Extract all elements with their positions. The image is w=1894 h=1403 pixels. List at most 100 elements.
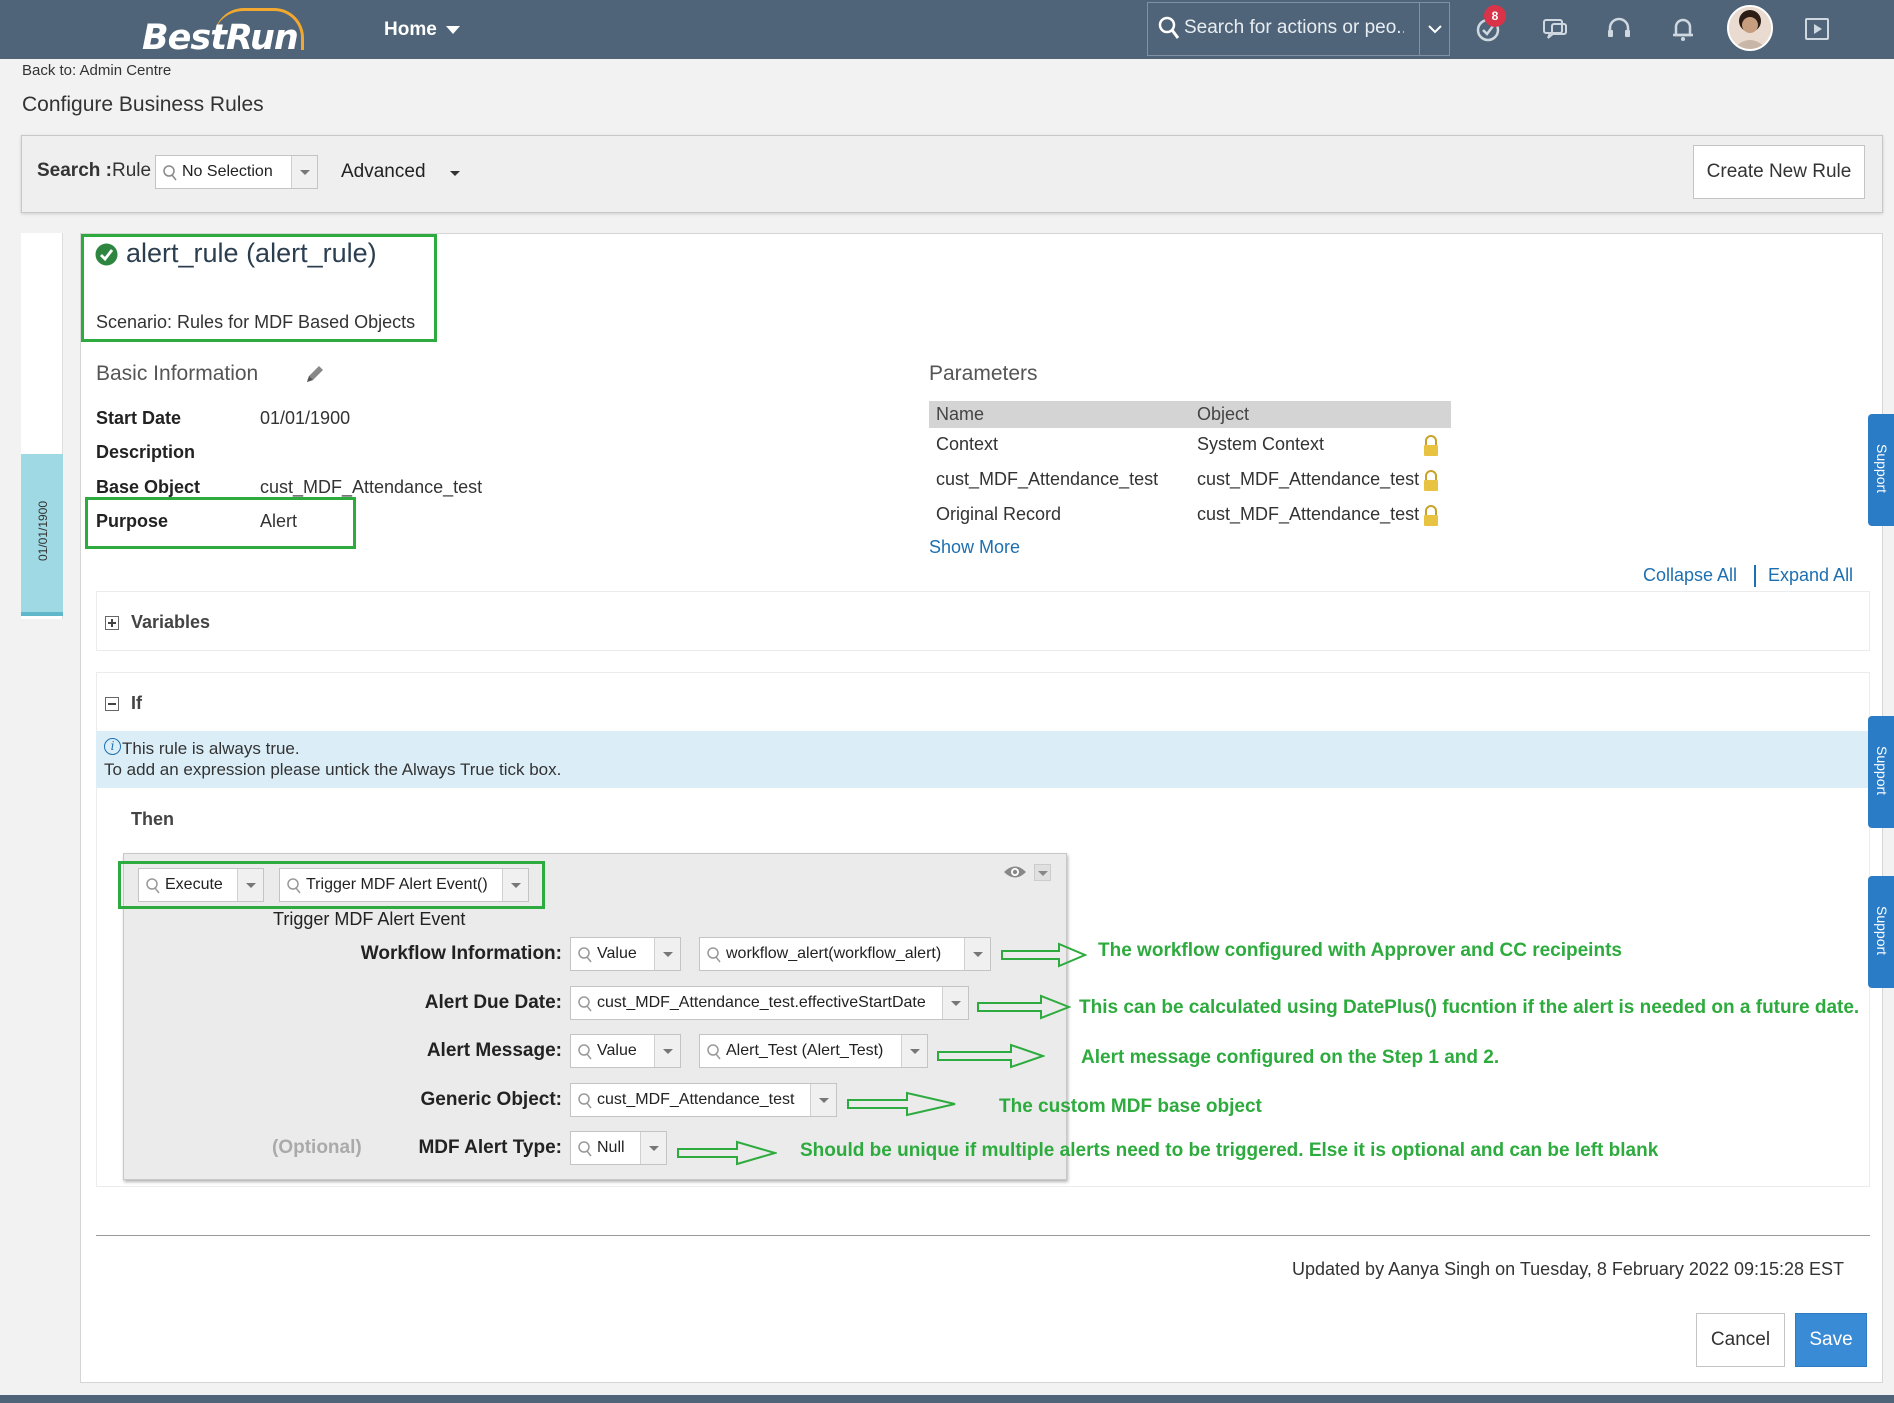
generic-object-label: Generic Object: xyxy=(420,1089,563,1110)
workflow-value-select[interactable]: workflow_alert(workflow_alert) xyxy=(699,937,991,971)
collapse-all-link[interactable]: Collapse All xyxy=(1643,565,1737,586)
param-object: cust_MDF_Attendance_test xyxy=(1197,504,1420,524)
search-input[interactable] xyxy=(1184,13,1404,43)
chat-icon[interactable] xyxy=(1540,14,1570,44)
eye-icon[interactable] xyxy=(1003,863,1027,881)
search-icon xyxy=(287,878,301,894)
annotation-arrow-icon xyxy=(977,994,1071,1020)
annotation-alert-type: Should be unique if multiple alerts need… xyxy=(800,1140,1659,1161)
bestrun-logo[interactable]: BestRun xyxy=(138,6,308,58)
workflow-type-select[interactable]: Value xyxy=(570,937,681,971)
rule-select[interactable]: No Selection xyxy=(155,155,318,189)
caret-down-icon[interactable] xyxy=(450,171,460,176)
edit-pencil-icon[interactable] xyxy=(303,362,327,386)
back-link[interactable]: Back to: Admin Centre xyxy=(22,62,171,79)
generic-object-select[interactable]: cust_MDF_Attendance_test xyxy=(570,1083,837,1117)
timeline-segment[interactable]: 01/01/1900 xyxy=(21,454,63,616)
dropdown-arrow-icon[interactable] xyxy=(654,1035,680,1067)
base-object-value: cust_MDF_Attendance_test xyxy=(260,477,483,497)
bottom-scroll-strip xyxy=(0,1395,1894,1403)
notification-count-badge: 8 xyxy=(1484,5,1506,27)
annotation-due-date: This can be calculated using DatePlus() … xyxy=(1079,997,1860,1018)
caret-down-icon xyxy=(1038,871,1048,876)
message-type-value: Value xyxy=(597,1042,637,1059)
dropdown-arrow-icon[interactable] xyxy=(291,156,317,188)
support-tab[interactable]: Support xyxy=(1868,716,1894,828)
param-object: cust_MDF_Attendance_test xyxy=(1197,469,1420,489)
param-name: Context xyxy=(936,434,999,454)
save-button[interactable]: Save xyxy=(1795,1313,1867,1367)
home-menu[interactable]: Home xyxy=(384,19,437,41)
cancel-button[interactable]: Cancel xyxy=(1696,1313,1785,1367)
start-date-label: Start Date xyxy=(96,408,182,428)
annotation-generic: The custom MDF base object xyxy=(999,1096,1262,1117)
page-title: Configure Business Rules xyxy=(22,93,264,116)
action-type-select[interactable]: Execute xyxy=(138,868,264,902)
action-title: Trigger MDF Alert Event xyxy=(273,909,466,929)
workflow-type-value: Value xyxy=(597,945,637,962)
mdf-alert-type-value: Null xyxy=(597,1139,625,1156)
timeline-date: 01/01/1900 xyxy=(36,500,50,562)
generic-object-value: cust_MDF_Attendance_test xyxy=(597,1091,795,1108)
expand-plus-icon[interactable] xyxy=(105,616,119,630)
alert-due-date-select[interactable]: cust_MDF_Attendance_test.effectiveStartD… xyxy=(570,986,969,1020)
param-object: System Context xyxy=(1197,434,1325,454)
create-new-rule-button[interactable]: Create New Rule xyxy=(1693,145,1865,199)
column-header-name: Name xyxy=(936,404,985,424)
annotation-arrow-icon xyxy=(847,1091,956,1117)
chevron-down-icon[interactable] xyxy=(446,26,460,34)
headset-icon[interactable] xyxy=(1604,14,1634,44)
dropdown-arrow-icon[interactable] xyxy=(901,1035,927,1067)
show-more-link[interactable]: Show More xyxy=(929,537,1020,558)
play-icon[interactable] xyxy=(1802,14,1832,44)
dropdown-arrow-icon[interactable] xyxy=(654,938,680,970)
action-function-select[interactable]: Trigger MDF Alert Event() xyxy=(279,868,529,902)
rule-select-value: No Selection xyxy=(182,163,273,180)
mdf-alert-type-select[interactable]: Null xyxy=(570,1131,667,1165)
bell-icon[interactable] xyxy=(1668,14,1698,44)
search-scope-dropdown[interactable] xyxy=(1419,2,1450,56)
info-icon: i xyxy=(104,738,121,755)
support-tab[interactable]: Support xyxy=(1868,414,1894,526)
expand-all-link[interactable]: Expand All xyxy=(1768,565,1853,586)
action-function-value: Trigger MDF Alert Event() xyxy=(306,876,488,893)
global-search[interactable] xyxy=(1147,2,1450,56)
alert-message-select[interactable]: Alert_Test (Alert_Test) xyxy=(699,1034,928,1068)
message-type-select[interactable]: Value xyxy=(570,1034,681,1068)
collapse-minus-icon[interactable] xyxy=(105,697,119,711)
annotation-arrow-icon xyxy=(937,1043,1045,1069)
support-tab-label: Support xyxy=(1874,746,1890,796)
support-tab[interactable]: Support xyxy=(1868,876,1894,988)
variables-section xyxy=(96,591,1870,651)
search-label: Search :Rule xyxy=(37,160,151,182)
footer-divider xyxy=(96,1235,1870,1236)
annotation-workflow: The workflow configured with Approver an… xyxy=(1098,940,1622,961)
avatar[interactable] xyxy=(1727,5,1773,51)
action-type-value: Execute xyxy=(165,876,223,893)
dropdown-arrow-icon[interactable] xyxy=(640,1132,666,1164)
lock-icon xyxy=(1424,505,1438,526)
variables-label[interactable]: Variables xyxy=(131,612,210,633)
lock-icon xyxy=(1424,470,1438,491)
search-icon xyxy=(578,1093,592,1109)
search-icon xyxy=(1158,16,1180,39)
info-message-line2: To add an expression please untick the A… xyxy=(104,760,562,779)
dropdown-arrow-icon[interactable] xyxy=(237,869,263,901)
dropdown-arrow-icon[interactable] xyxy=(502,869,528,901)
always-true-info: i This rule is always true. To add an ex… xyxy=(96,731,1870,788)
dropdown-arrow-icon[interactable] xyxy=(942,987,968,1019)
purpose-label: Purpose xyxy=(96,511,169,531)
annotation-message: Alert message configured on the Step 1 a… xyxy=(1081,1047,1500,1068)
dropdown-arrow-icon[interactable] xyxy=(810,1084,836,1116)
action-menu-dropdown[interactable] xyxy=(1034,864,1051,881)
user-photo-icon xyxy=(1729,7,1771,49)
logo-text: BestRun xyxy=(142,18,299,58)
advanced-search-toggle[interactable]: Advanced xyxy=(341,161,426,183)
description-label: Description xyxy=(96,442,196,462)
dropdown-arrow-icon[interactable] xyxy=(964,938,990,970)
parameters-table-header: Name Object xyxy=(929,401,1451,428)
search-icon xyxy=(163,165,177,181)
alert-message-value: Alert_Test (Alert_Test) xyxy=(726,1042,884,1059)
chevron-down-icon xyxy=(1428,25,1442,34)
workflow-information-label: Workflow Information: xyxy=(360,943,562,964)
